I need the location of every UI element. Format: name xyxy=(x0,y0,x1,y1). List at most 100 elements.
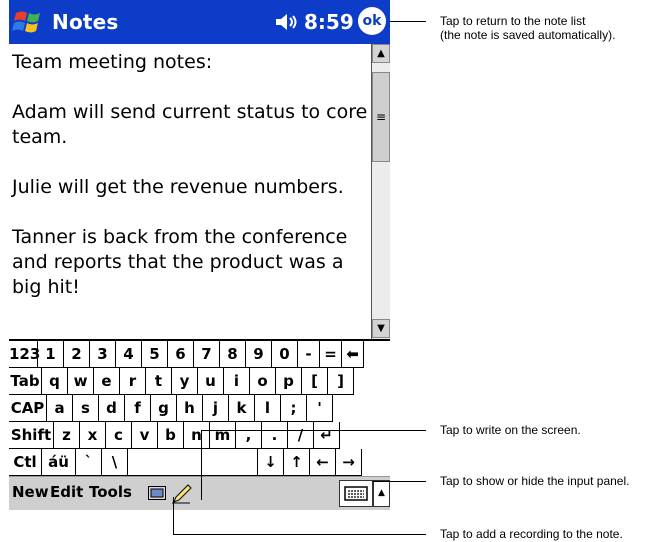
key[interactable]: m xyxy=(210,422,236,449)
key[interactable]: h xyxy=(177,395,203,422)
keyboard-row: Tab q w e r t y u i o p[] xyxy=(9,368,354,395)
vertical-scrollbar[interactable]: ▲ ≡ ▼ xyxy=(371,44,390,339)
key[interactable]: ↓ xyxy=(258,449,284,476)
key[interactable]: w xyxy=(68,368,94,395)
menu-tools[interactable]: Tools xyxy=(89,483,132,501)
soft-keyboard: 123 1 2 3 4 5 6 7 8 9 0- = ⬅ Tab q w e r t y u i o p[] CAP a s d f g h… xyxy=(9,339,390,478)
key[interactable]: ] xyxy=(328,368,354,395)
key[interactable]: 1 xyxy=(38,341,64,368)
key[interactable]: k xyxy=(229,395,255,422)
key[interactable]: ; xyxy=(281,395,307,422)
key[interactable]: ⬅ xyxy=(342,341,364,368)
key[interactable]: ↵ xyxy=(314,422,340,449)
menu-edit[interactable]: Edit xyxy=(50,483,83,501)
key[interactable]: = xyxy=(320,341,342,368)
key[interactable]: - xyxy=(298,341,320,368)
note-line xyxy=(12,200,367,225)
keyboard-row: Ctl áü ` \ ↓ ↑ ← → xyxy=(9,449,362,476)
key[interactable]: o xyxy=(250,368,276,395)
key[interactable]: c xyxy=(106,422,132,449)
title-bar: Notes 8:59 ok xyxy=(9,0,390,44)
key[interactable]: . xyxy=(262,422,288,449)
key[interactable]: j xyxy=(203,395,229,422)
keyboard-icon xyxy=(344,486,368,501)
key[interactable]: f xyxy=(125,395,151,422)
key[interactable]: CAP xyxy=(9,395,47,422)
key[interactable]: v xyxy=(132,422,158,449)
keyboard-row: 123 1 2 3 4 5 6 7 8 9 0- = ⬅ xyxy=(9,341,364,368)
input-panel-menu-arrow[interactable]: ▲ xyxy=(373,480,390,507)
speaker-icon[interactable] xyxy=(274,13,300,31)
key[interactable]: x xyxy=(80,422,106,449)
key[interactable]: q xyxy=(42,368,68,395)
callout-input-panel: Tap to show or hide the input panel. xyxy=(440,474,630,488)
key[interactable]: Shift xyxy=(9,422,54,449)
callout-pen: Tap to write on the screen. xyxy=(440,423,581,437)
key[interactable]: \ xyxy=(102,449,128,476)
key[interactable]: p xyxy=(276,368,302,395)
key[interactable]: g xyxy=(151,395,177,422)
key[interactable]: 8 xyxy=(220,341,246,368)
key[interactable]: ' xyxy=(307,395,333,422)
key[interactable]: 5 xyxy=(142,341,168,368)
callout-line-ok xyxy=(390,21,426,22)
key[interactable]: Ctl xyxy=(9,449,42,476)
key[interactable]: ↑ xyxy=(284,449,310,476)
key[interactable]: , xyxy=(236,422,262,449)
key[interactable]: [ xyxy=(302,368,328,395)
ok-button[interactable]: ok xyxy=(358,7,386,35)
pocket-pc-screen: Notes 8:59 ok Team meeting notes: Adam wi… xyxy=(9,0,390,510)
app-title: Notes xyxy=(52,10,119,34)
key[interactable]: 4 xyxy=(116,341,142,368)
key[interactable]: s xyxy=(73,395,99,422)
key[interactable]: a xyxy=(47,395,73,422)
key[interactable]: → xyxy=(336,449,362,476)
callout-line-pen-v xyxy=(201,430,202,500)
note-line: and reports that the product was a xyxy=(12,251,344,273)
scroll-down-button[interactable]: ▼ xyxy=(372,319,390,338)
callout-line-input-panel xyxy=(372,481,426,482)
key[interactable]: z xyxy=(54,422,80,449)
recording-toolbar-icon[interactable] xyxy=(148,485,166,501)
key[interactable]: Tab xyxy=(9,368,42,395)
key[interactable]: ← xyxy=(310,449,336,476)
key[interactable]: y xyxy=(172,368,198,395)
input-panel-button[interactable] xyxy=(339,480,373,507)
key[interactable]: ` xyxy=(76,449,102,476)
callout-line-recording-v xyxy=(173,497,174,534)
key[interactable]: 6 xyxy=(168,341,194,368)
key[interactable]: n xyxy=(184,422,210,449)
key[interactable]: b xyxy=(158,422,184,449)
note-text-area[interactable]: Team meeting notes: Adam will send curren… xyxy=(9,44,371,339)
key[interactable]: 7 xyxy=(194,341,220,368)
key[interactable]: 0 xyxy=(272,341,298,368)
callout-ok: Tap to return to the note list (the note… xyxy=(440,14,616,42)
key[interactable]: l xyxy=(255,395,281,422)
key[interactable]: 9 xyxy=(246,341,272,368)
note-line: Julie will get the revenue numbers. xyxy=(12,176,344,198)
key[interactable]: d xyxy=(99,395,125,422)
key[interactable]: áü xyxy=(42,449,76,476)
note-line: big hit! xyxy=(12,276,80,298)
windows-flag-icon[interactable] xyxy=(12,7,44,37)
key[interactable]: 2 xyxy=(64,341,90,368)
scroll-thumb[interactable]: ≡ xyxy=(372,72,390,162)
callout-line-pen-h xyxy=(201,430,426,431)
key-space[interactable] xyxy=(128,449,258,476)
note-line: Tanner is back from the conference xyxy=(12,226,348,248)
key[interactable]: t xyxy=(146,368,172,395)
note-line xyxy=(12,150,367,175)
key[interactable]: e xyxy=(94,368,120,395)
key[interactable]: i xyxy=(224,368,250,395)
scroll-up-button[interactable]: ▲ xyxy=(372,44,390,63)
note-line: Adam will send current status to core xyxy=(12,101,368,123)
key[interactable]: 3 xyxy=(90,341,116,368)
note-line: Team meeting notes: xyxy=(12,51,213,73)
clock-time[interactable]: 8:59 xyxy=(304,10,354,34)
note-line: team. xyxy=(12,126,68,148)
key[interactable]: / xyxy=(288,422,314,449)
key[interactable]: 123 xyxy=(9,341,40,368)
menu-new[interactable]: New xyxy=(12,483,49,501)
key[interactable]: u xyxy=(198,368,224,395)
key[interactable]: r xyxy=(120,368,146,395)
